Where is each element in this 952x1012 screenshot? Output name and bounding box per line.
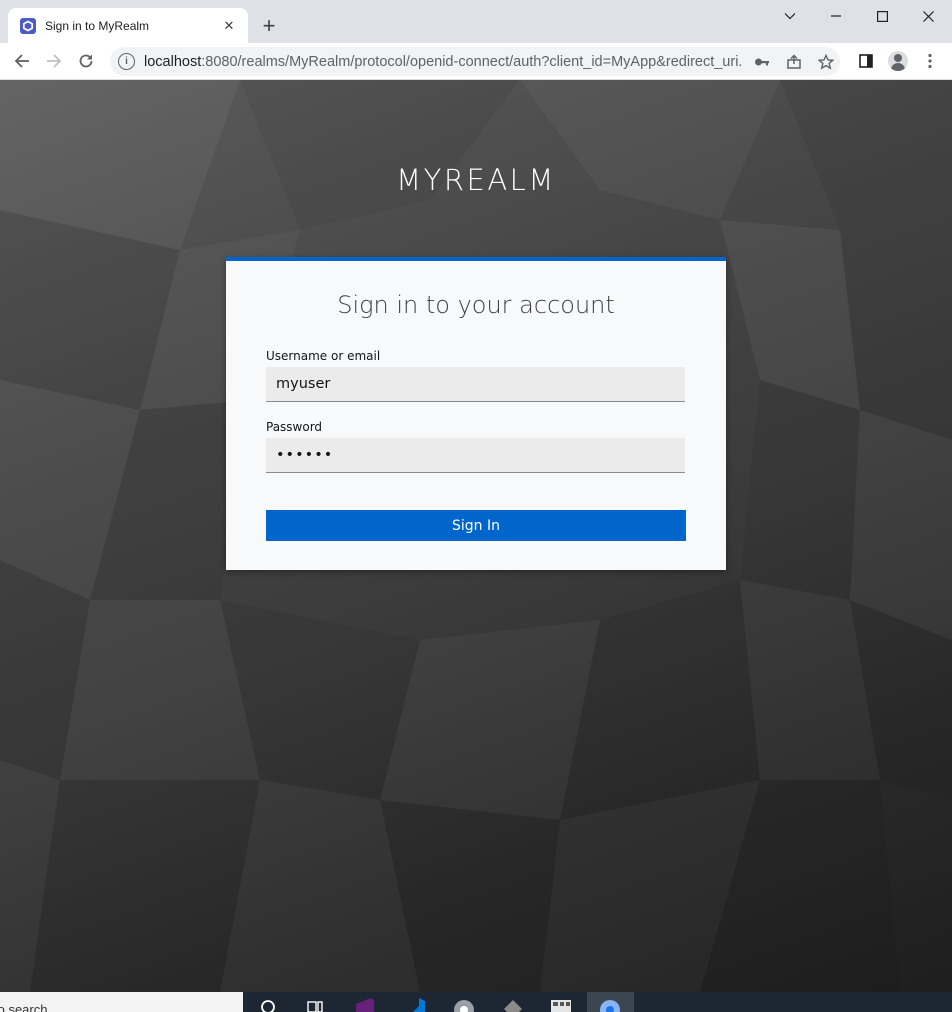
url-host: localhost xyxy=(144,53,202,70)
info-icon[interactable]: i xyxy=(118,53,135,70)
browser-tab-strip: Sign in to MyRealm ✕ + xyxy=(0,0,952,43)
git-icon[interactable] xyxy=(501,996,525,1012)
realm-name: MYREALM xyxy=(396,163,556,197)
taskbar: to search xyxy=(0,992,952,1012)
restore-down-icon[interactable] xyxy=(813,0,859,32)
search-icon[interactable] xyxy=(255,996,279,1012)
close-window-icon[interactable] xyxy=(905,0,951,32)
taskbar-search-text: to search xyxy=(0,1002,48,1012)
maximize-icon[interactable] xyxy=(859,0,905,32)
profile-avatar[interactable] xyxy=(888,51,908,71)
login-title: Sign in to your account xyxy=(337,291,615,319)
url-path: :8080/realms/MyRealm/protocol/openid-con… xyxy=(201,53,742,70)
login-card: Sign in to your account Username or emai… xyxy=(226,257,726,570)
avatar xyxy=(888,51,908,71)
login-page: MYREALM Sign in to your account Username… xyxy=(0,80,952,992)
new-tab-button[interactable]: + xyxy=(257,14,281,38)
browser-toolbar: i localhost:8080/realms/MyRealm/protocol… xyxy=(0,43,952,80)
vscode-icon[interactable] xyxy=(403,996,427,1012)
task-view-icon[interactable] xyxy=(303,996,327,1012)
keycloak-favicon-icon xyxy=(20,17,36,34)
tab-title: Sign in to MyRealm xyxy=(45,18,150,33)
chrome-active-icon[interactable] xyxy=(598,996,622,1012)
url-text[interactable]: localhost:8080/realms/MyRealm/protocol/o… xyxy=(144,54,742,70)
forward-arrow-icon[interactable] xyxy=(40,47,68,75)
browser-tab[interactable]: Sign in to MyRealm ✕ xyxy=(8,8,248,43)
address-bar[interactable]: i localhost:8080/realms/MyRealm/protocol… xyxy=(110,47,840,76)
minimize-icon[interactable] xyxy=(767,0,813,32)
chrome-icon[interactable] xyxy=(452,996,476,1012)
password-label: Password xyxy=(266,420,323,434)
username-input[interactable] xyxy=(266,367,685,402)
username-label: Username or email xyxy=(266,349,381,363)
kebab-menu-icon[interactable] xyxy=(920,51,940,71)
side-panel-icon[interactable] xyxy=(856,51,876,71)
password-input[interactable] xyxy=(266,438,685,473)
visual-studio-icon[interactable] xyxy=(352,996,376,1012)
share-icon[interactable] xyxy=(784,52,804,72)
back-arrow-icon[interactable] xyxy=(8,47,36,75)
calculator-icon[interactable] xyxy=(549,996,573,1012)
sign-in-button[interactable]: Sign In xyxy=(266,510,686,541)
tab-close-icon[interactable]: ✕ xyxy=(220,17,238,35)
key-icon[interactable] xyxy=(752,52,772,72)
reload-icon[interactable] xyxy=(72,47,100,75)
taskbar-search-box[interactable]: to search xyxy=(0,992,243,1012)
bookmark-star-icon[interactable] xyxy=(816,52,836,72)
